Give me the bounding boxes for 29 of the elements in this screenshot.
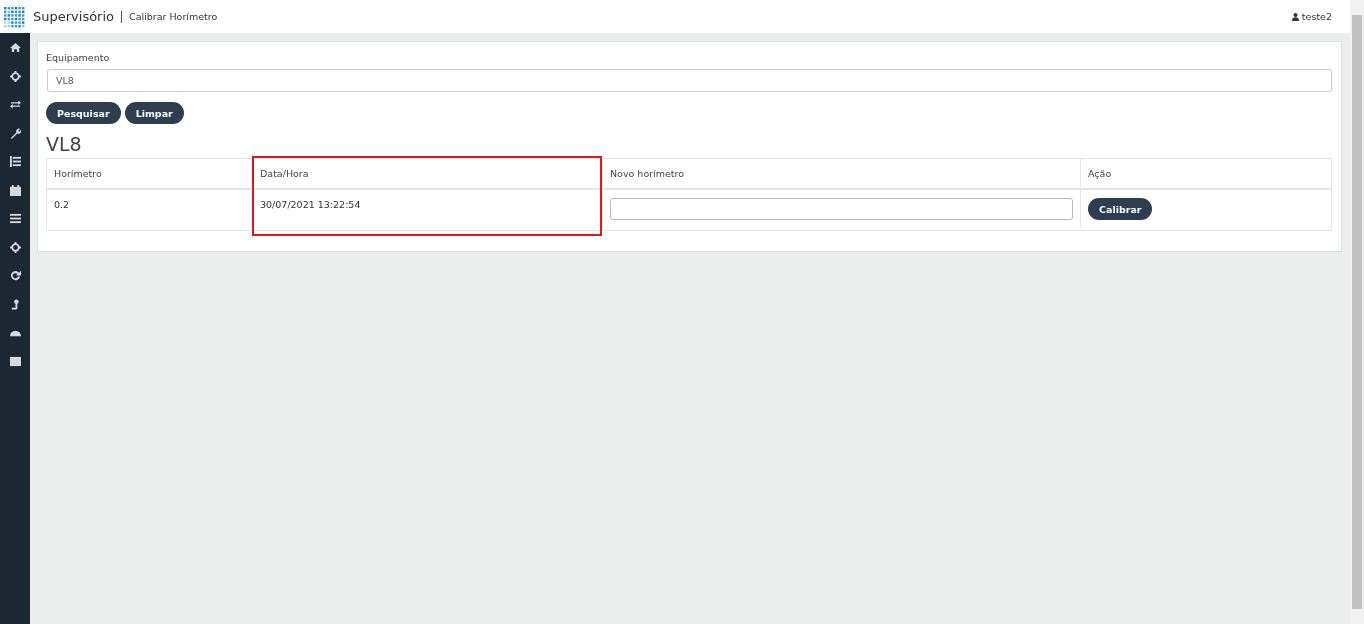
- refresh-icon[interactable]: [9, 270, 21, 281]
- new-hour-meter-field[interactable]: [610, 198, 1073, 220]
- table-cell: 0.2: [47, 190, 253, 230]
- field-label: Equipamento: [46, 52, 111, 63]
- clear-button[interactable]: Limpar: [124, 102, 184, 124]
- crosshair-icon[interactable]: [9, 70, 21, 82]
- wrench-icon[interactable]: [9, 127, 21, 139]
- column-header: Novo horímetro: [603, 159, 1081, 190]
- calendar-icon[interactable]: [9, 184, 21, 196]
- home-icon[interactable]: [9, 42, 21, 53]
- transfer-icon[interactable]: [9, 99, 21, 110]
- column-header: Data/Hora: [253, 159, 603, 190]
- column-header: Ação: [1081, 159, 1331, 190]
- page-title: Calibrar Horímetro: [129, 11, 218, 22]
- pin-icon[interactable]: [9, 298, 21, 310]
- logo-icon: [3, 5, 25, 28]
- column-header: Horímetro: [47, 159, 253, 190]
- app-name: Supervisório: [33, 9, 115, 24]
- user-icon: [1291, 12, 1299, 21]
- user-menu[interactable]: teste2: [1291, 11, 1332, 22]
- search-button[interactable]: Pesquisar: [46, 102, 121, 124]
- table-cell: 30/07/2021 13:22:54: [253, 190, 603, 230]
- crosshair-icon[interactable]: [9, 241, 21, 253]
- menu-icon[interactable]: [9, 213, 21, 224]
- list-icon[interactable]: [9, 156, 21, 167]
- equipment-field[interactable]: VL8: [47, 69, 1332, 92]
- calibrate-button[interactable]: Calibrar: [1088, 198, 1153, 220]
- separator: [121, 10, 123, 23]
- result-title: VL8: [46, 133, 83, 155]
